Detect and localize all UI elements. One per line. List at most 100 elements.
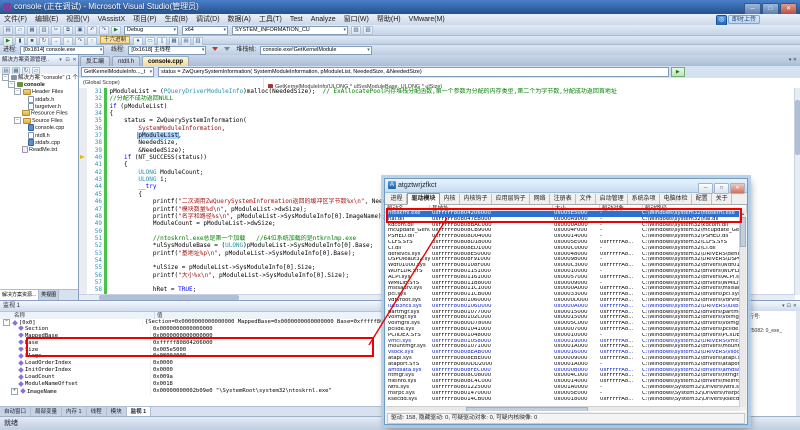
watch-expander[interactable]: −: [3, 319, 10, 326]
menu-item[interactable]: 生成(B): [160, 14, 191, 25]
menu-item[interactable]: 帮助(H): [373, 14, 405, 25]
tree-item-console[interactable]: − console: [0, 81, 78, 89]
breakpoint-margin[interactable]: [79, 110, 87, 118]
stack-frame-combo[interactable]: console.exe!GetKernelModule: [259, 46, 372, 55]
breakpoint-margin[interactable]: [79, 271, 87, 279]
tool-tab-文件[interactable]: 文件: [576, 194, 597, 204]
table-vertical-scrollbar[interactable]: ▲: [739, 211, 746, 407]
breakpoint-margin[interactable]: [79, 176, 87, 184]
menu-item[interactable]: 工具(T): [255, 14, 286, 25]
solution-config-combo[interactable]: Debug: [124, 26, 178, 35]
breakpoint-margin[interactable]: [79, 256, 87, 265]
panel-tab-解决方案资源...[interactable]: 解决方案资源...: [0, 290, 40, 300]
breakpoint-margin[interactable]: [79, 154, 87, 162]
scrollbar-thumb[interactable]: [740, 217, 746, 247]
tree-expander[interactable]: −: [14, 117, 21, 125]
menu-item[interactable]: 视图(V): [62, 14, 93, 25]
menu-item[interactable]: 项目(P): [129, 14, 160, 25]
tree-item-header-files[interactable]: − Header Files: [0, 88, 78, 96]
tree-expander[interactable]: −: [2, 74, 9, 81]
va-context-combo[interactable]: GetKernelModuleInfo..._t: [81, 67, 155, 77]
scope-combo[interactable]: (Global Scope): [79, 78, 264, 88]
save-icon[interactable]: ▦: [27, 26, 37, 35]
navigate-icon[interactable]: ▧: [363, 26, 373, 35]
tree-item-readme.txt[interactable]: ReadMe.txt: [0, 145, 78, 153]
go-button[interactable]: ▶: [670, 67, 685, 77]
tree-item-resource-files[interactable]: Resource Files: [0, 109, 78, 117]
tool-tab-驱动模块[interactable]: 驱动模块: [407, 193, 441, 205]
save-all-icon[interactable]: ▥: [39, 26, 49, 35]
thread-filter-icon[interactable]: [223, 47, 230, 51]
breakpoint-margin[interactable]: [79, 286, 87, 294]
tree-item-stdafx.h[interactable]: stdafx.h: [0, 95, 78, 103]
side-panel-scrollbar[interactable]: [796, 311, 800, 418]
menu-item[interactable]: 数据(A): [224, 14, 255, 25]
breakpoint-margin[interactable]: [79, 139, 87, 147]
menu-item[interactable]: VAssistX: [94, 14, 130, 25]
tree-expander[interactable]: −: [8, 81, 15, 89]
breakpoint-margin[interactable]: [79, 249, 87, 257]
panel-header-button[interactable]: ⊡: [64, 55, 71, 65]
copy-icon[interactable]: ⧉: [63, 26, 73, 35]
redo-icon[interactable]: ↷: [99, 26, 109, 35]
tree-item-source-files[interactable]: − Source Files: [0, 117, 78, 125]
tool-tab-启动管理[interactable]: 启动管理: [596, 194, 629, 204]
panel-header-button[interactable]: ⊡: [786, 303, 792, 309]
tool-tab-注册表[interactable]: 注册表: [550, 194, 577, 204]
scrollbar-thumb[interactable]: [795, 100, 800, 155]
panel-tab-类视图[interactable]: 类视图: [39, 290, 60, 300]
menu-extra-button[interactable]: ◎ 即时上传: [715, 15, 760, 26]
menu-item[interactable]: Test: [286, 14, 307, 25]
tool-tab-内核钩子[interactable]: 内核钩子: [460, 194, 493, 204]
menu-item[interactable]: 窗口(W): [340, 14, 373, 25]
tree-item-targetver.h[interactable]: targetver.h: [0, 102, 78, 110]
process-combo[interactable]: [0x1814] console.exe: [20, 46, 105, 55]
filter-icon[interactable]: [212, 47, 219, 51]
close-button[interactable]: ✕: [730, 183, 745, 194]
tool-tab-配置[interactable]: 配置: [692, 194, 713, 204]
breakpoint-margin[interactable]: [79, 220, 87, 228]
tool-tab-应用层钩子[interactable]: 应用层钩子: [492, 194, 531, 204]
menu-item[interactable]: 调试(D): [192, 14, 224, 25]
tool-tab-网络[interactable]: 网络: [530, 194, 551, 204]
breakpoint-margin[interactable]: [79, 88, 87, 96]
thread-combo[interactable]: [0x1618] 主线程: [128, 46, 207, 55]
breakpoint-margin[interactable]: [79, 278, 87, 287]
breakpoint-margin[interactable]: [79, 234, 87, 243]
hex-display-toggle[interactable]: 十六进制: [100, 36, 131, 44]
breakpoint-margin[interactable]: [79, 124, 87, 133]
breakpoint-margin[interactable]: [79, 212, 87, 221]
breakpoint-margin[interactable]: [79, 132, 87, 140]
panel-header-button[interactable]: ▾: [781, 303, 786, 309]
find-in-files-icon[interactable]: ▨: [351, 26, 361, 35]
panel-header-button[interactable]: ✕: [792, 303, 798, 309]
breakpoint-margin[interactable]: [79, 183, 87, 191]
menu-item[interactable]: 文件(F): [0, 14, 31, 25]
new-file-icon[interactable]: ▤: [3, 26, 13, 35]
tool-tab-电脑体检[interactable]: 电脑体检: [660, 194, 693, 204]
driver-row-ksecdd.sys[interactable]: ksecdd.sys 0xFFFFF808014CB000 0x00018000 0x…: [386, 397, 740, 403]
tab-strip-controls[interactable]: ▾ ✕: [789, 55, 797, 66]
breakpoint-margin[interactable]: [79, 146, 87, 155]
undo-icon[interactable]: ↶: [87, 26, 97, 35]
tree-item-console.cpp[interactable]: console.cpp: [0, 124, 78, 132]
editor-vertical-scrollbar[interactable]: [794, 88, 800, 295]
breakpoint-margin[interactable]: [79, 205, 87, 213]
breakpoint-margin[interactable]: [79, 227, 87, 235]
breakpoint-margin[interactable]: [79, 102, 87, 111]
find-combo[interactable]: SYSTEM_INFORMATION_CU: [232, 26, 348, 35]
va-search-input[interactable]: status = ZwQuerySystemInformation( Syste…: [158, 67, 669, 77]
tool-tab-关于[interactable]: 关于: [712, 194, 733, 204]
breakpoint-margin[interactable]: [79, 168, 87, 177]
breakpoint-margin[interactable]: [79, 198, 87, 206]
paste-icon[interactable]: ▣: [75, 26, 85, 35]
breakpoint-margin[interactable]: [79, 117, 87, 125]
panel-header-button[interactable]: ▾: [57, 55, 64, 65]
cut-icon[interactable]: ✂: [51, 26, 61, 35]
start-debug-icon[interactable]: ▶: [111, 26, 121, 35]
watch-expander[interactable]: +: [11, 387, 18, 395]
menu-item[interactable]: 编辑(E): [31, 14, 62, 25]
tree-item--console-1-[interactable]: − 解决方案 "console" (1 个项目): [0, 74, 78, 81]
tool-tab-系统杂项[interactable]: 系统杂项: [628, 194, 661, 204]
platform-combo[interactable]: x64: [182, 26, 228, 35]
